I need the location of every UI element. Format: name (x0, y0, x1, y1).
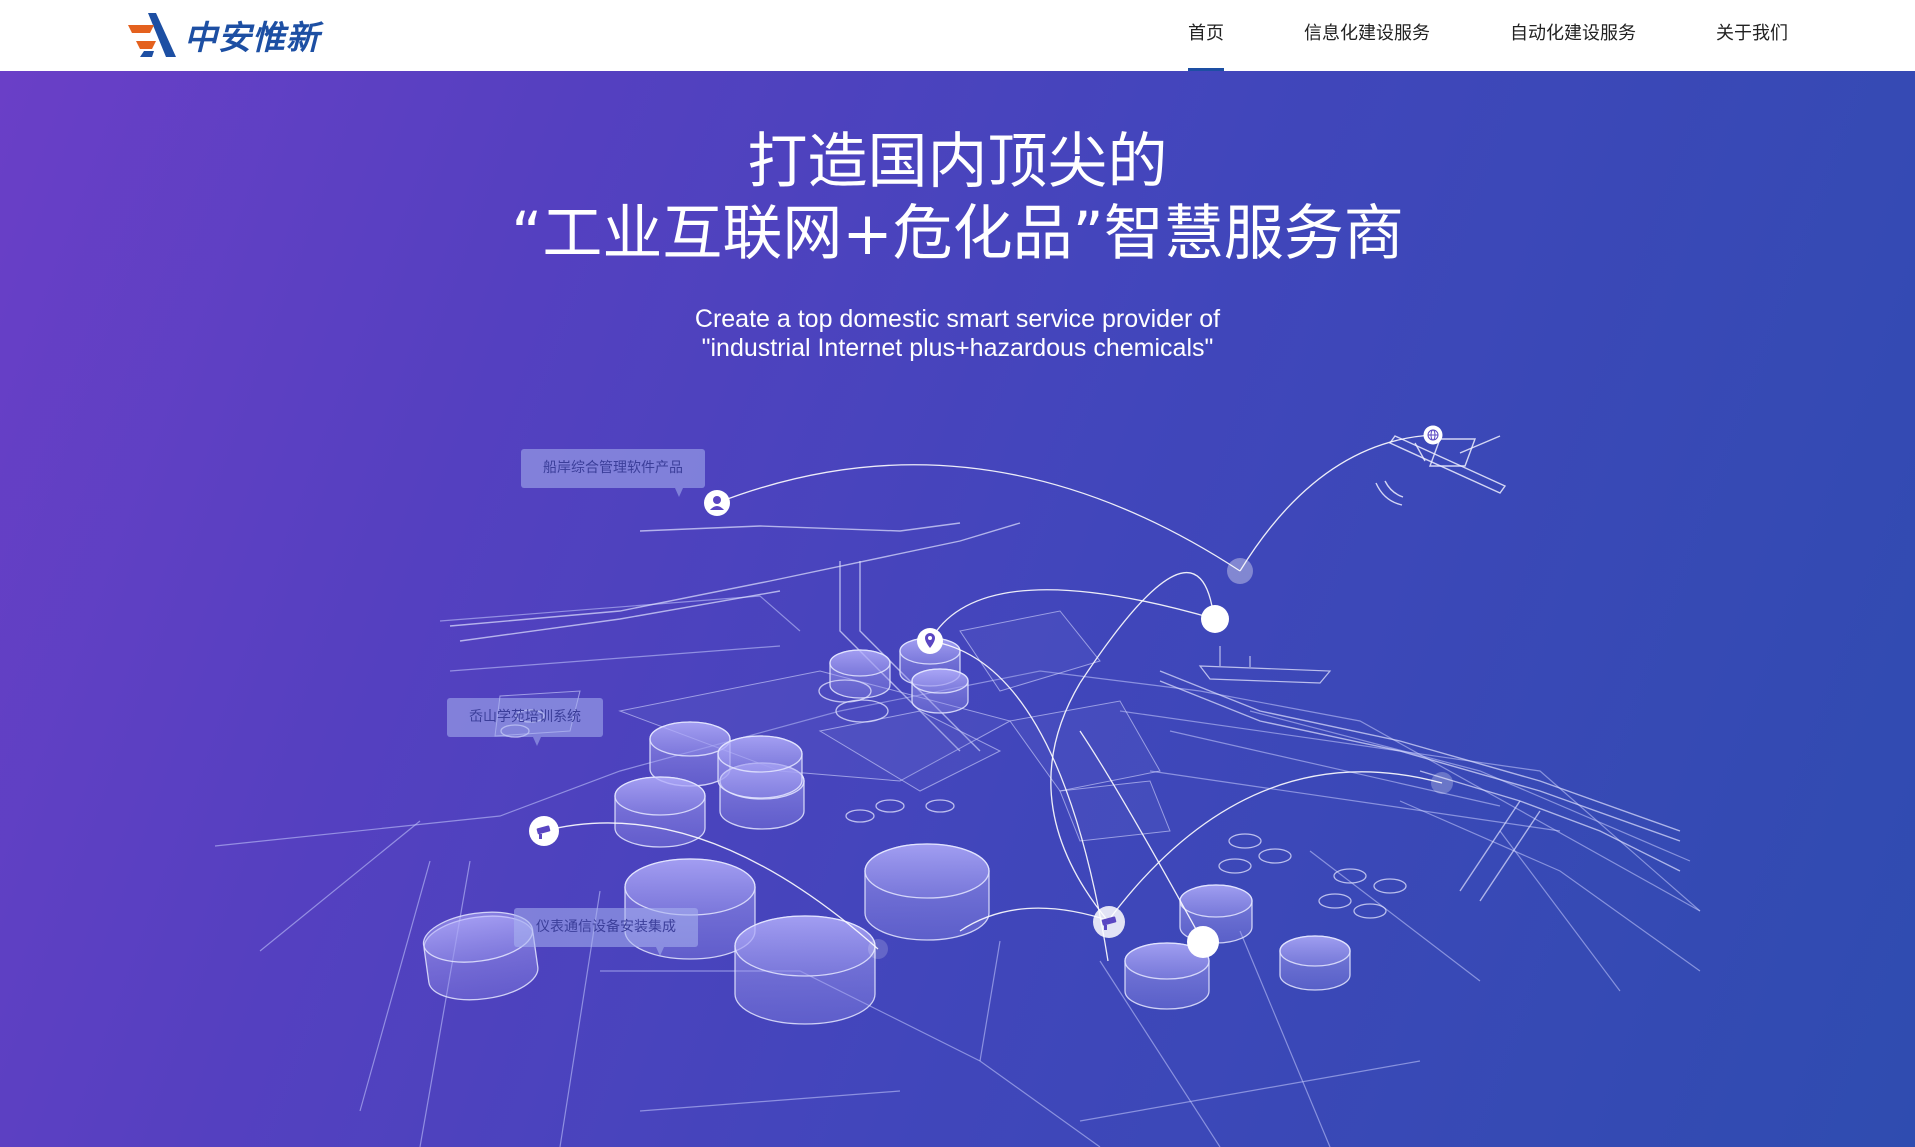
user-icon[interactable] (703, 489, 731, 517)
nav-item-automation[interactable]: 自动化建设服务 (1510, 0, 1636, 71)
camera-icon[interactable] (1092, 905, 1126, 939)
tag-training-system[interactable]: 岙山学苑培训系统 (447, 698, 603, 746)
hero-subtitle-line-1: Create a top domestic smart service prov… (694, 305, 1221, 333)
hero-banner: 打造国内顶尖的 “工业互联网+危化品”智慧服务商 Create a top do… (0, 71, 1915, 1147)
tag-instrument-integration[interactable]: 仪表通信设备安装集成 (514, 908, 698, 956)
location-pin-icon[interactable] (916, 627, 944, 655)
hero-title-line-2: “工业互联网+危化品”智慧服务商 (511, 199, 1404, 269)
tag-ship-shore-software[interactable]: 船岸综合管理软件产品 (521, 449, 705, 497)
nav-item-informatization[interactable]: 信息化建设服务 (1304, 0, 1430, 71)
nav-item-about[interactable]: 关于我们 (1716, 0, 1788, 71)
brand-logo-mark-icon (128, 13, 176, 57)
hero-subtitle-line-2: "industrial Internet plus+hazardous chem… (701, 334, 1214, 362)
nav-item-home[interactable]: 首页 (1188, 0, 1224, 71)
drone-icon (1375, 435, 1507, 506)
hero-title-line-1: 打造国内顶尖的 (747, 127, 1168, 197)
top-header: 中安惟新 首页 信息化建设服务 自动化建设服务 关于我们 (0, 0, 1915, 71)
camera-icon[interactable] (528, 815, 560, 847)
brand-logo[interactable]: 中安惟新 (126, 10, 320, 60)
brand-name: 中安惟新 (184, 18, 320, 57)
globe-icon[interactable] (1423, 425, 1443, 445)
